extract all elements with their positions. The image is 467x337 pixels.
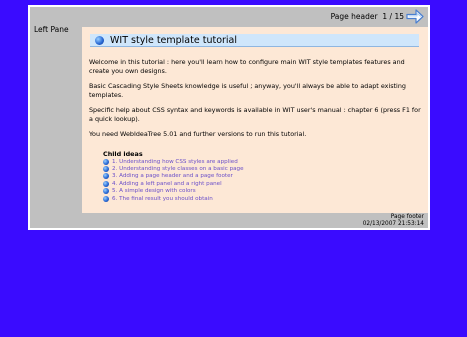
- page-header-label: Page header: [330, 12, 378, 21]
- intro-paragraph: Welcome in this tutorial : here you'll l…: [89, 58, 405, 75]
- left-pane-label: Left Pane: [34, 25, 69, 34]
- bullet-icon: [103, 173, 109, 180]
- bullet-icon: [103, 166, 109, 173]
- bullet-icon: [103, 158, 109, 165]
- list-item: 5. A simple design with colors: [103, 188, 244, 195]
- page-frame: Page header 1 / 15 Left Pane WIT style t…: [28, 5, 430, 230]
- footer-timestamp: 02/13/2007 21:53:14: [362, 221, 424, 227]
- bullet-icon: [103, 195, 109, 202]
- bullet-icon: [95, 36, 104, 45]
- help-paragraph: Specific help about CSS syntax and keywo…: [89, 106, 421, 123]
- page-header-text: Page header 1 / 15: [331, 12, 404, 21]
- child-idea-link[interactable]: 2. Understanding style classes on a basi…: [112, 166, 244, 172]
- list-item: 6. The final result you should obtain: [103, 195, 244, 202]
- page-header: Page header 1 / 15: [30, 7, 428, 27]
- bullet-icon: [103, 188, 109, 195]
- child-idea-link[interactable]: 6. The final result you should obtain: [112, 196, 213, 202]
- child-idea-link[interactable]: 5. A simple design with colors: [112, 188, 196, 194]
- requirements-paragraph: You need WebIdeaTree 5.01 and further ve…: [89, 130, 307, 138]
- child-ideas-title: Child ideas: [103, 150, 143, 158]
- child-idea-link[interactable]: 3. Adding a page header and a page foote…: [112, 173, 233, 179]
- list-item: 3. Adding a page header and a page foote…: [103, 173, 244, 180]
- bullet-icon: [103, 180, 109, 187]
- list-item: 2. Understanding style classes on a basi…: [103, 165, 244, 173]
- list-item: 4. Adding a left panel and a right panel: [103, 180, 244, 187]
- child-idea-link[interactable]: 4. Adding a left panel and a right panel: [112, 181, 222, 187]
- child-idea-link[interactable]: 1. Understanding how CSS styles are appl…: [112, 159, 238, 165]
- page-indicator: 1 / 15: [382, 12, 404, 21]
- page-footer-label: Page footer: [390, 214, 424, 220]
- title-bar: WIT style template tutorial: [90, 34, 419, 47]
- arrow-right-icon[interactable]: [406, 8, 424, 25]
- main-panel: WIT style template tutorial Welcome in t…: [82, 27, 428, 213]
- list-item: 1. Understanding how CSS styles are appl…: [103, 158, 244, 165]
- page-title: WIT style template tutorial: [110, 35, 238, 46]
- page-footer: Page footer 02/13/2007 21:53:14: [363, 214, 424, 228]
- css-knowledge-paragraph: Basic Cascading Style Sheets knowledge i…: [89, 82, 406, 99]
- child-ideas-list: 1. Understanding how CSS styles are appl…: [103, 158, 244, 202]
